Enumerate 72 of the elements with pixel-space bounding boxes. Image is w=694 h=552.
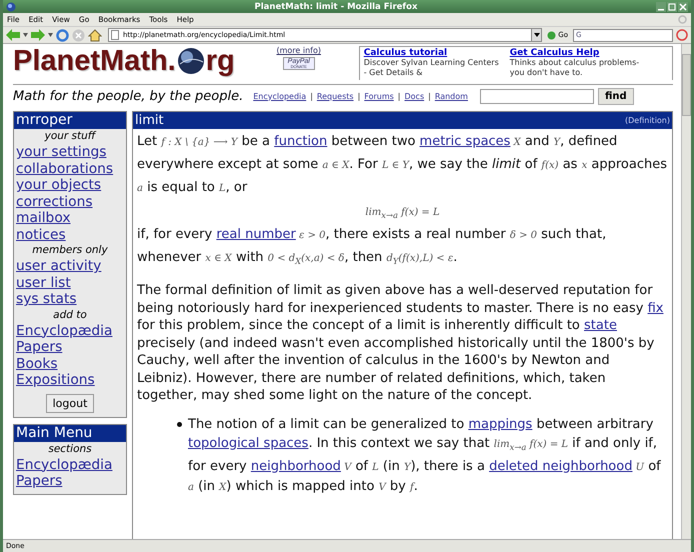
paragraph: The notion of a limit can be generalized to mappings between arbitrary topological spaces. In this context we say that lim$_{x→a}$ f(x) = L if and only if, for every neighborhood V of L (in Y), there is a deleted neighborhood U of a (in X) which is mapped into V by f.: [188, 416, 662, 496]
text-link[interactable]: metric spaces: [420, 134, 510, 149]
maximize-icon[interactable]: [667, 2, 677, 12]
ad-title-link[interactable]: Calculus tutorial: [364, 48, 500, 58]
nav-link[interactable]: Random: [434, 92, 468, 100]
sidebar-link[interactable]: your settings: [14, 144, 126, 160]
extension-icon[interactable]: [676, 29, 688, 41]
ad-text: Thinks about calculus problems-you don't have to.: [510, 58, 640, 77]
dropdown-icon[interactable]: [531, 29, 542, 41]
window-title: PlanetMath: limit - Mozilla Firefox: [254, 2, 418, 12]
throbber-icon: [678, 15, 687, 24]
paragraph: Let f : X \ {a} ⟶ Y be a function between two metric spaces X and Y, defined everywhere except at some a ∈ X. For L ∈ Y, we say the limit of f(x) as x approaches a is equal to L, or: [137, 133, 668, 197]
separator: |: [310, 92, 313, 100]
text-link[interactable]: topological spaces: [188, 436, 308, 450]
nav-link[interactable]: Forums: [364, 92, 394, 100]
sidebar-link[interactable]: collaborations: [14, 160, 126, 177]
paragraph: if, for every real number ε > 0, there exists a real number δ > 0 such that, whenever x ∈ X with 0 < d$_{X}$(x,a) < δ, then d$_{Y}$(f(x),L) < ε.: [137, 226, 608, 268]
scrollbar[interactable]: [681, 44, 691, 539]
panel-title: mrroper: [14, 112, 126, 129]
paragraph: The formal definition of limit as given above has a well-deserved reputation for being notoriously hard for inexperienced students to master. There is no easy fix for this problem, since the concept of a limit is inherently difficult to state precisely (and indeed wasn't even accomplished historically until the 1800's by Cauchy, well after the invention of calculus in the 1600's by Newton and Leibniz). However, there are number of related definitions, which, taken together, may shed some light on the nature of the concept.: [137, 282, 664, 404]
section-heading: your stuff: [44, 129, 98, 144]
text-link[interactable]: mappings: [468, 416, 532, 432]
nav-link[interactable]: Requests: [316, 92, 354, 100]
text-link[interactable]: neighborhood: [250, 458, 341, 474]
ad-text: Discover Sylvan Learning Centers - Get Details &: [364, 58, 500, 77]
text-link[interactable]: function: [274, 134, 328, 149]
nav-link[interactable]: Docs: [404, 92, 424, 100]
sidebar-link[interactable]: Encyclopædia: [14, 456, 126, 473]
sidebar-link[interactable]: your objects: [14, 177, 126, 194]
separator: |: [358, 92, 360, 100]
reload-icon[interactable]: [56, 28, 69, 42]
tagline: Math for the people, by the people.: [13, 88, 244, 104]
minimize-icon[interactable]: [656, 2, 666, 12]
text-link[interactable]: real number: [216, 227, 296, 242]
sidebar-link[interactable]: user list: [14, 274, 126, 291]
sidebar-link[interactable]: notices: [14, 226, 126, 243]
entry-title: limit: [135, 112, 164, 129]
caret-icon[interactable]: [23, 33, 28, 37]
close-icon[interactable]: [678, 2, 688, 12]
sidebar-link[interactable]: Encyclopædia: [14, 322, 126, 339]
section-heading: sections: [47, 442, 93, 456]
sidebar-link[interactable]: Books: [14, 356, 126, 372]
bullet-icon: [177, 422, 182, 426]
globe-icon: [6, 2, 16, 12]
page-icon: [111, 30, 119, 40]
section-heading: members only: [31, 243, 109, 258]
home-icon[interactable]: [88, 28, 102, 42]
nav-link[interactable]: Encyclopedia: [253, 92, 306, 100]
logout-button[interactable]: logout: [46, 394, 94, 412]
paragraph: lim$_{x→a}$ f(x) = L: [365, 206, 440, 220]
more-info-link[interactable]: (more info): [276, 46, 321, 55]
ad-title-link[interactable]: Get Calculus Help: [510, 48, 646, 58]
sidebar-link[interactable]: user activity: [14, 258, 126, 274]
sidebar-link[interactable]: Papers: [14, 339, 126, 356]
text-link[interactable]: deleted neighborhood: [489, 458, 632, 474]
panel-title: Main Menu: [14, 424, 126, 442]
text-link[interactable]: state: [584, 318, 617, 333]
entry-type: (Definition): [625, 115, 670, 127]
sidebar-link[interactable]: sys stats: [14, 291, 126, 308]
search-field[interactable]: [480, 88, 594, 104]
go-icon: [547, 30, 556, 40]
section-heading: add to: [52, 308, 88, 322]
find-button[interactable]: find: [598, 88, 634, 104]
separator: |: [428, 92, 431, 100]
sidebar-link[interactable]: Expositions: [14, 372, 126, 388]
site-logo[interactable]: PlanetMath. rg: [13, 46, 235, 76]
separator: |: [398, 92, 400, 100]
sidebar-link[interactable]: mailbox: [14, 210, 126, 226]
caret-icon[interactable]: [48, 33, 53, 37]
sidebar-link[interactable]: Papers: [14, 473, 126, 490]
sidebar-link[interactable]: corrections: [14, 194, 126, 210]
text-link[interactable]: fix: [648, 300, 664, 316]
